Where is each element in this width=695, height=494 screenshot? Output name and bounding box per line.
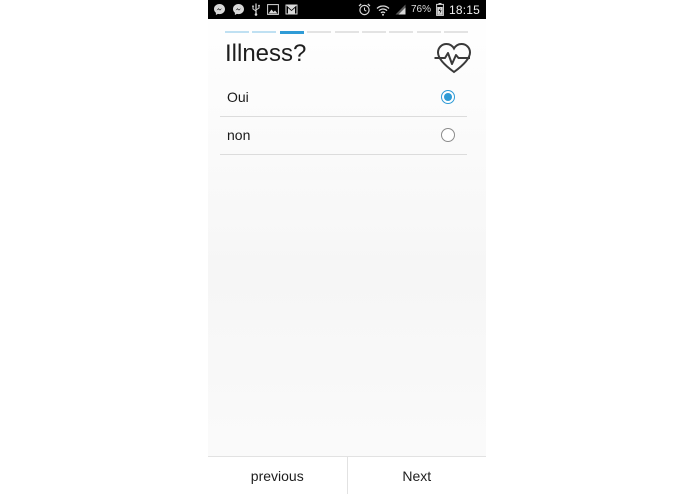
next-button[interactable]: Next [348,457,487,494]
progress-step [307,31,332,33]
option-oui[interactable]: Oui [220,79,467,117]
progress-step [225,31,249,33]
option-label: non [227,127,251,143]
battery-charging-icon [436,3,444,16]
gallery-icon [267,4,279,15]
option-non[interactable]: non [220,117,467,155]
app-screen: 76% 18:15 Illness? Oui non previous Next [208,0,486,494]
progress-step [334,31,359,33]
signal-icon [395,4,406,15]
step-progress-indicator [225,31,472,34]
wifi-icon [376,4,390,16]
progress-step [279,31,304,34]
system-icons: 76% 18:15 [353,0,480,19]
navigation-bar: previous Next [208,456,486,494]
clock: 18:15 [448,2,480,17]
gmail-icon [285,4,298,15]
notification-icons [213,3,304,16]
status-bar: 76% 18:15 [208,0,486,19]
alarm-icon [358,3,371,16]
radio-button[interactable] [441,90,455,104]
progress-step [444,31,469,33]
heart-pulse-icon [434,41,474,75]
progress-step [416,31,441,33]
previous-button[interactable]: previous [208,457,348,494]
messenger-icon [213,3,226,16]
messenger-icon [232,3,245,16]
battery-percent: 76% [410,4,431,15]
progress-step [252,31,277,33]
usb-icon [251,3,261,16]
progress-step [362,31,386,33]
page-title: Illness? [225,40,307,67]
progress-step [389,31,414,33]
answer-options: Oui non [220,79,467,155]
radio-button[interactable] [441,128,455,142]
option-label: Oui [227,89,249,105]
